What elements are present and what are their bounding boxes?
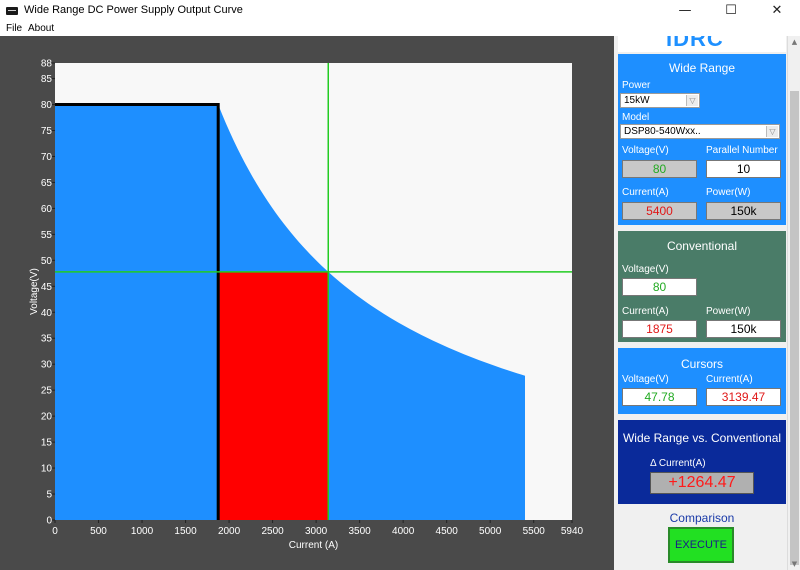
x-axis-label: Current (A) <box>289 540 338 551</box>
cursor-current-field: 3139.47 <box>706 388 781 406</box>
conv-voltage-label: Voltage(V) <box>622 264 669 275</box>
y-tick-label: 40 <box>41 308 53 319</box>
y-tick-label: 85 <box>41 74 53 85</box>
wr-power-label: Power(W) <box>706 187 751 198</box>
cursor-voltage-label: Voltage(V) <box>622 374 669 385</box>
wide-range-title: Wide Range <box>668 61 736 75</box>
title-bar: Wide Range DC Power Supply Output Curve … <box>0 0 800 22</box>
menu-bar: File About <box>0 22 800 36</box>
x-tick-label: 4000 <box>392 526 415 537</box>
logo: IDRC <box>618 36 786 52</box>
x-tick-label: 2500 <box>261 526 284 537</box>
y-tick-label: 15 <box>41 438 53 449</box>
wr-power-field: 150k <box>706 202 781 220</box>
cursor-voltage-field: 47.78 <box>622 388 697 406</box>
chevron-down-icon: ▽ <box>686 95 698 106</box>
scrollbar-thumb[interactable] <box>790 91 799 565</box>
y-tick-label: 75 <box>41 126 53 137</box>
model-label: Model <box>622 112 650 123</box>
app-window: Wide Range DC Power Supply Output Curve … <box>0 0 800 570</box>
comparison-label: Comparison <box>669 511 735 525</box>
x-tick-label: 5000 <box>479 526 502 537</box>
y-tick-label: 60 <box>41 204 53 215</box>
y-tick-label: 88 <box>41 59 53 70</box>
scrollbar[interactable]: ▲ ▼ <box>787 36 800 570</box>
cursors-title: Cursors <box>680 357 723 371</box>
x-tick-label: 5940 <box>561 526 584 537</box>
output-curve-chart: 0 500 1000 1500 2000 2500 3000 3500 4000 4500 5000… <box>29 59 584 552</box>
y-tick-label: 25 <box>41 386 53 397</box>
app-icon <box>6 7 18 15</box>
y-tick-label: 35 <box>41 334 53 345</box>
plot-area: 0 500 1000 1500 2000 2500 3000 3500 4000 4500 5000… <box>0 36 614 570</box>
gain-region <box>218 271 329 520</box>
delta-current-field: +1264.47 <box>650 472 754 494</box>
y-tick-label: 30 <box>41 360 53 371</box>
parallel-number-input[interactable]: 10 <box>706 160 781 178</box>
y-axis-label: Voltage(V) <box>29 268 40 315</box>
wr-voltage-label: Voltage(V) <box>622 145 669 156</box>
x-tick-label: 1500 <box>174 526 197 537</box>
power-label: Power <box>622 80 651 91</box>
model-select-value: DSP80-540Wxx.. <box>624 126 701 137</box>
menu-about[interactable]: About <box>28 22 54 36</box>
x-tick-label: 1000 <box>131 526 154 537</box>
scroll-down-icon[interactable]: ▼ <box>788 558 800 570</box>
x-tick-label: 4500 <box>436 526 459 537</box>
comparison-title: Wide Range vs. Conventional <box>622 431 782 445</box>
y-tick-label: 0 <box>46 516 52 527</box>
conv-current-field: 1875 <box>622 320 697 338</box>
execute-button[interactable]: EXECUTE <box>668 527 734 563</box>
y-tick-label: 65 <box>41 178 53 189</box>
conv-current-label: Current(A) <box>622 306 669 317</box>
y-tick-label: 10 <box>41 464 53 475</box>
y-tick-label: 20 <box>41 412 53 423</box>
logo-text: IDRC <box>666 36 724 51</box>
x-tick-label: 0 <box>52 526 58 537</box>
minimize-button[interactable]: — <box>662 0 708 22</box>
x-tick-label: 500 <box>90 526 107 537</box>
wr-current-label: Current(A) <box>622 187 669 198</box>
conv-power-label: Power(W) <box>706 306 751 317</box>
parallel-number-label: Parallel Number <box>706 145 778 156</box>
wr-current-field: 5400 <box>622 202 697 220</box>
scroll-up-icon[interactable]: ▲ <box>788 36 800 48</box>
maximize-button[interactable]: ☐ <box>708 0 754 22</box>
y-tick-label: 70 <box>41 152 53 163</box>
model-select[interactable]: DSP80-540Wxx.. ▽ <box>620 124 780 139</box>
x-tick-label: 3000 <box>305 526 328 537</box>
y-tick-label: 5 <box>46 490 52 501</box>
close-button[interactable]: ✕ <box>754 0 800 22</box>
x-tick-label: 2000 <box>218 526 241 537</box>
conv-power-field: 150k <box>706 320 781 338</box>
x-tick-label: 3500 <box>349 526 372 537</box>
y-tick-label: 55 <box>41 230 53 241</box>
menu-file[interactable]: File <box>6 22 22 36</box>
window-title: Wide Range DC Power Supply Output Curve <box>24 4 243 16</box>
y-tick-label: 50 <box>41 256 53 267</box>
x-tick-label: 5500 <box>523 526 546 537</box>
chevron-down-icon: ▽ <box>766 126 778 137</box>
wr-voltage-field: 80 <box>622 160 697 178</box>
cursor-current-label: Current(A) <box>706 374 753 385</box>
y-tick-label: 80 <box>41 100 53 111</box>
y-tick-label: 45 <box>41 282 53 293</box>
power-select-value: 15kW <box>624 95 650 106</box>
conventional-title: Conventional <box>666 239 738 253</box>
conv-voltage-field: 80 <box>622 278 697 296</box>
power-select[interactable]: 15kW ▽ <box>620 93 700 108</box>
delta-current-label: Δ Current(A) <box>650 458 706 469</box>
